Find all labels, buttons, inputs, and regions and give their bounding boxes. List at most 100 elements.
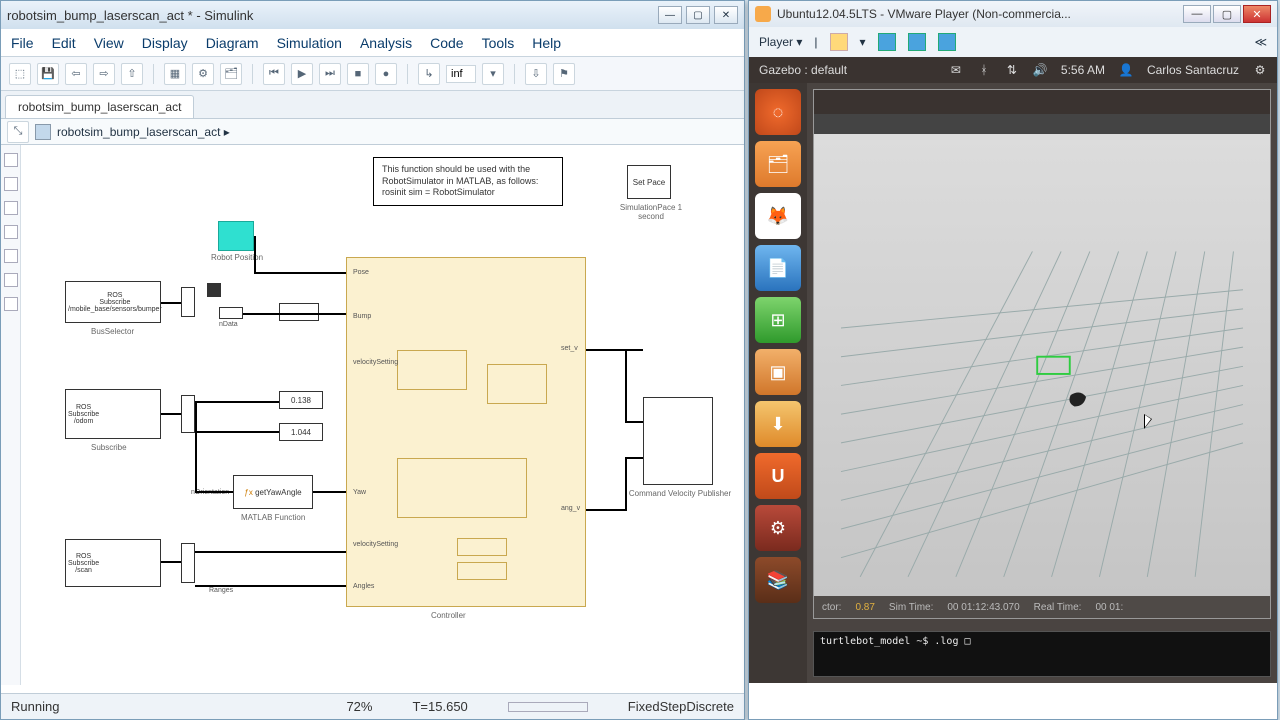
step-fwd-icon[interactable]: ⏭ <box>319 63 341 85</box>
calc-icon[interactable]: ⊞ <box>755 297 801 343</box>
user-icon[interactable]: 👤 <box>1119 63 1133 77</box>
subscribe-bumper-block[interactable]: ROSSubscribe/mobile_base/sensors/bumper <box>65 281 161 323</box>
subscribe-odom-block[interactable]: ROSSubscribe/odom <box>65 389 161 439</box>
menu-display[interactable]: Display <box>142 35 188 51</box>
model-cfg-icon[interactable]: ⚙ <box>192 63 214 85</box>
chevron-left-icon[interactable]: ≪ <box>1254 35 1267 49</box>
gazebo-titlebar[interactable] <box>814 90 1270 114</box>
impress-icon[interactable]: ▣ <box>755 349 801 395</box>
zoom-icon[interactable] <box>4 153 18 167</box>
deploy-icon[interactable]: ⚑ <box>553 63 575 85</box>
subscribe-scan-block[interactable]: ROSSubscribe/scan <box>65 539 161 587</box>
inner-block <box>397 350 467 390</box>
sep: ▾ <box>860 35 866 49</box>
workspace-icon[interactable]: 📚 <box>755 557 801 603</box>
gazebo-3d-view[interactable] <box>814 134 1270 596</box>
matlab-function-block[interactable]: ƒx getYawAngle <box>233 475 313 509</box>
bus-selector-2[interactable] <box>181 395 195 433</box>
gazebo-toolbar[interactable] <box>814 114 1270 134</box>
mail-icon[interactable]: ✉ <box>949 63 963 77</box>
sim-progress: 72% <box>346 699 372 714</box>
stop-time-field[interactable] <box>446 65 476 83</box>
menu-view[interactable]: View <box>94 35 124 51</box>
build-icon[interactable]: ⇩ <box>525 63 547 85</box>
explorer-icon[interactable]: 🗂 <box>220 63 242 85</box>
terminal-window[interactable]: turtlebot_model ~$ .log □ <box>813 631 1271 677</box>
volume-icon[interactable]: 🔊 <box>1033 63 1047 77</box>
bus-selector-3[interactable] <box>181 543 195 583</box>
new-model-icon[interactable]: ⬚ <box>9 63 31 85</box>
minimize-button[interactable]: — <box>1183 5 1211 23</box>
display-data[interactable] <box>219 307 243 319</box>
menu-simulation[interactable]: Simulation <box>277 35 342 51</box>
controller-subsystem[interactable] <box>346 257 586 607</box>
set-pace-block[interactable]: Set Pace <box>627 165 671 199</box>
software-icon[interactable]: ⬇ <box>755 401 801 447</box>
bluetooth-icon[interactable]: ᚼ <box>977 63 991 77</box>
annot-icon[interactable] <box>4 249 18 263</box>
files-icon[interactable]: 🗂 <box>755 141 801 187</box>
snapshot-icon[interactable] <box>878 33 896 51</box>
model-tab[interactable]: robotsim_bump_laserscan_act <box>5 95 194 118</box>
bus-selector-1[interactable] <box>181 287 195 317</box>
maximize-button[interactable]: ▢ <box>686 6 710 24</box>
display-block-2[interactable]: 0.138 <box>279 391 323 409</box>
menu-edit[interactable]: Edit <box>52 35 76 51</box>
annotation-block[interactable]: This function should be used with the Ro… <box>373 157 563 206</box>
dash-icon[interactable]: ◌ <box>755 89 801 135</box>
hide-browser-icon[interactable]: ⤡ <box>7 121 29 143</box>
folder-icon[interactable] <box>830 33 848 51</box>
menu-bar: File Edit View Display Diagram Simulatio… <box>1 29 744 57</box>
menu-diagram[interactable]: Diagram <box>206 35 259 51</box>
up-icon[interactable]: ⇧ <box>121 63 143 85</box>
robot-position-block[interactable] <box>218 221 254 251</box>
menu-code[interactable]: Code <box>430 35 463 51</box>
signal-wire <box>195 431 279 433</box>
menu-tools[interactable]: Tools <box>482 35 515 51</box>
controller-label: Controller <box>431 611 466 620</box>
menu-file[interactable]: File <box>11 35 34 51</box>
vmware-titlebar[interactable]: Ubuntu12.04.5LTS - VMware Player (Non-co… <box>749 1 1277 27</box>
minimize-button[interactable]: — <box>658 6 682 24</box>
mode-dropdown[interactable]: ▾ <box>482 63 504 85</box>
maximize-button[interactable]: ▢ <box>1213 5 1241 23</box>
cmdvel-publisher-block[interactable] <box>643 397 713 485</box>
pan-icon[interactable] <box>4 201 18 215</box>
gear-icon[interactable]: ⚙ <box>1253 63 1267 77</box>
display-block-3[interactable]: 1.044 <box>279 423 323 441</box>
firefox-icon[interactable]: 🦊 <box>755 193 801 239</box>
gazebo-window[interactable]: ctor: 0.87 Sim Time: 00 01:12:43.070 Rea… <box>813 89 1271 619</box>
save-icon[interactable]: 💾 <box>37 63 59 85</box>
image-icon[interactable] <box>4 273 18 287</box>
simulink-titlebar[interactable]: robotsim_bump_laserscan_act * - Simulink… <box>1 1 744 29</box>
display-block-1[interactable] <box>279 303 319 321</box>
clock[interactable]: 5:56 AM <box>1061 63 1105 77</box>
record-icon[interactable]: ● <box>375 63 397 85</box>
step-back-icon[interactable]: ⏮ <box>263 63 285 85</box>
menu-analysis[interactable]: Analysis <box>360 35 412 51</box>
back-icon[interactable]: ⇦ <box>65 63 87 85</box>
run-icon[interactable]: ▶ <box>291 63 313 85</box>
writer-icon[interactable]: 📄 <box>755 245 801 291</box>
signal-icon[interactable]: ↳ <box>418 63 440 85</box>
viewmark-icon[interactable] <box>4 297 18 311</box>
close-button[interactable]: ✕ <box>1243 5 1271 23</box>
fwd-icon[interactable]: ⇨ <box>93 63 115 85</box>
signal-wire <box>195 401 279 403</box>
menu-help[interactable]: Help <box>532 35 561 51</box>
terminator-1[interactable] <box>207 283 221 297</box>
network-icon[interactable]: ⇅ <box>1005 63 1019 77</box>
fit-icon[interactable] <box>4 177 18 191</box>
breadcrumb[interactable]: robotsim_bump_laserscan_act ▸ <box>57 125 230 139</box>
model-canvas[interactable]: This function should be used with the Ro… <box>21 145 744 685</box>
ubuntu-one-icon[interactable]: U <box>755 453 801 499</box>
library-icon[interactable]: ▦ <box>164 63 186 85</box>
fullscreen-icon[interactable] <box>908 33 926 51</box>
unity-icon[interactable] <box>938 33 956 51</box>
settings-icon[interactable]: ⚙ <box>755 505 801 551</box>
sample-time-icon[interactable] <box>4 225 18 239</box>
close-button[interactable]: ✕ <box>714 6 738 24</box>
user-name[interactable]: Carlos Santacruz <box>1147 63 1239 77</box>
player-menu[interactable]: Player ▾ <box>759 35 802 49</box>
stop-icon[interactable]: ■ <box>347 63 369 85</box>
